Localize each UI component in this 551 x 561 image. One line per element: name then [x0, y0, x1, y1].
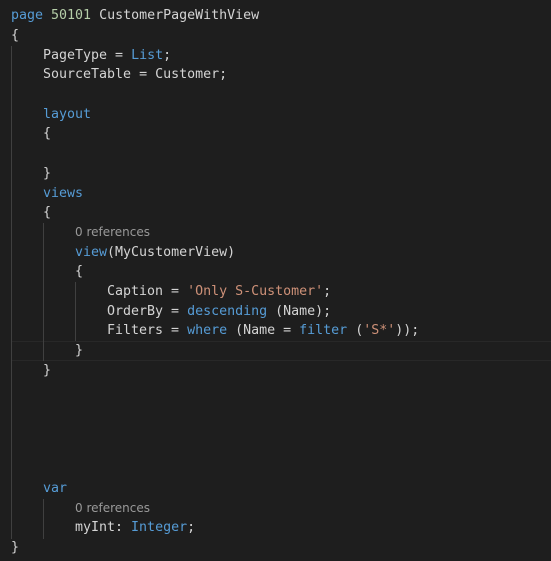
indent-guide	[43, 498, 44, 519]
code-token: {	[11, 27, 20, 43]
keyword-token: views	[43, 185, 84, 201]
indent-guide	[11, 203, 12, 224]
code-token: }	[43, 362, 52, 378]
indent-guide	[11, 282, 12, 303]
indent-guide	[43, 282, 44, 303]
code-line: }	[43, 164, 51, 184]
code-token: CustomerPageWithView	[91, 8, 260, 24]
number-token: 50101	[51, 8, 92, 24]
string-token: 'S*'	[363, 323, 396, 339]
indent-guide	[11, 380, 12, 401]
indent-guide	[75, 321, 76, 342]
indent-guide	[43, 301, 44, 322]
indent-guide	[11, 498, 12, 519]
indent-guide	[11, 45, 12, 66]
indent-guide	[11, 104, 12, 125]
indent-guide	[43, 518, 44, 539]
indent-guide	[11, 321, 12, 342]
indent-guide	[11, 242, 12, 263]
code-line: views	[43, 184, 83, 204]
indent-guide	[43, 262, 44, 283]
indent-guide	[11, 85, 12, 106]
keyword-token: var	[43, 481, 68, 496]
code-line: {	[43, 203, 51, 223]
code-line: var	[43, 479, 67, 499]
indent-guide	[75, 301, 76, 322]
keyword-token: List	[131, 47, 164, 63]
codelens-references[interactable]: 0 references	[75, 499, 150, 519]
code-token: ));	[395, 323, 420, 339]
code-token: (Name);	[267, 303, 332, 319]
code-token: {	[75, 264, 84, 280]
keyword-token: view	[75, 244, 108, 260]
code-line: SourceTable = Customer;	[43, 65, 227, 85]
indent-guide	[11, 222, 12, 244]
indent-guide	[11, 419, 12, 441]
keyword-token: Integer	[131, 520, 188, 536]
code-line: }	[43, 361, 51, 381]
code-token: {	[43, 126, 52, 142]
code-token: myInt:	[75, 520, 132, 536]
code-token: PageType =	[43, 47, 132, 63]
code-line: }	[75, 341, 83, 361]
code-token: Caption =	[107, 284, 188, 299]
code-line: myInt: Integer;	[75, 518, 195, 538]
code-line: }	[11, 538, 19, 558]
keyword-token: layout	[43, 106, 92, 122]
code-line: view(MyCustomerView)	[75, 243, 235, 263]
indent-guide	[11, 301, 12, 322]
indent-guide	[11, 124, 12, 145]
code-token: }	[11, 540, 20, 556]
string-token: 'Only S-Customer'	[187, 284, 324, 299]
indent-guide	[43, 321, 44, 342]
code-editor[interactable]: 0 references page 50101 CustomerPageWithV…	[0, 0, 551, 561]
keyword-token: filter	[299, 323, 348, 339]
indent-guide	[11, 183, 12, 204]
code-line: {	[43, 124, 51, 144]
code-line: Filters = where (Name = filter ('S*'));	[107, 321, 419, 341]
codelens-references[interactable]: 0 references	[75, 223, 150, 243]
code-token: (	[347, 323, 364, 339]
keyword-token: page	[11, 8, 52, 24]
indent-guide	[75, 282, 76, 303]
indent-guide	[11, 518, 12, 539]
code-token: (MyCustomerView)	[107, 244, 236, 260]
keyword-token: where	[187, 323, 228, 339]
code-line: page 50101 CustomerPageWithView	[11, 6, 259, 26]
code-line: PageType = List;	[43, 46, 171, 66]
keyword-token: descending	[187, 303, 268, 319]
code-token: }	[75, 343, 84, 359]
current-line-highlight	[11, 341, 551, 362]
indent-guide	[43, 242, 44, 263]
code-token: ;	[163, 47, 172, 63]
code-line: {	[11, 26, 19, 46]
indent-guide	[11, 144, 12, 165]
indent-guide	[11, 341, 12, 362]
code-line: OrderBy = descending (Name);	[107, 302, 331, 322]
indent-guide	[11, 262, 12, 283]
indent-guide	[11, 163, 12, 184]
code-token: Filters =	[107, 323, 188, 339]
code-line: layout	[43, 105, 91, 125]
code-token: }	[43, 165, 52, 181]
code-token: SourceTable = Customer;	[43, 67, 228, 83]
indent-guide	[43, 341, 44, 362]
code-token: ;	[323, 284, 332, 299]
indent-guide	[11, 360, 12, 381]
code-token: ;	[187, 520, 196, 536]
indent-guide	[43, 222, 44, 244]
indent-guide	[11, 400, 12, 421]
code-token: OrderBy =	[107, 303, 188, 319]
code-token: (Name =	[227, 323, 300, 339]
code-line: {	[75, 262, 83, 282]
indent-guide	[11, 459, 12, 480]
indent-guide	[11, 439, 12, 460]
code-line: Caption = 'Only S-Customer';	[107, 282, 331, 302]
code-token: {	[43, 205, 52, 221]
indent-guide	[11, 65, 12, 86]
indent-guide	[11, 479, 12, 500]
